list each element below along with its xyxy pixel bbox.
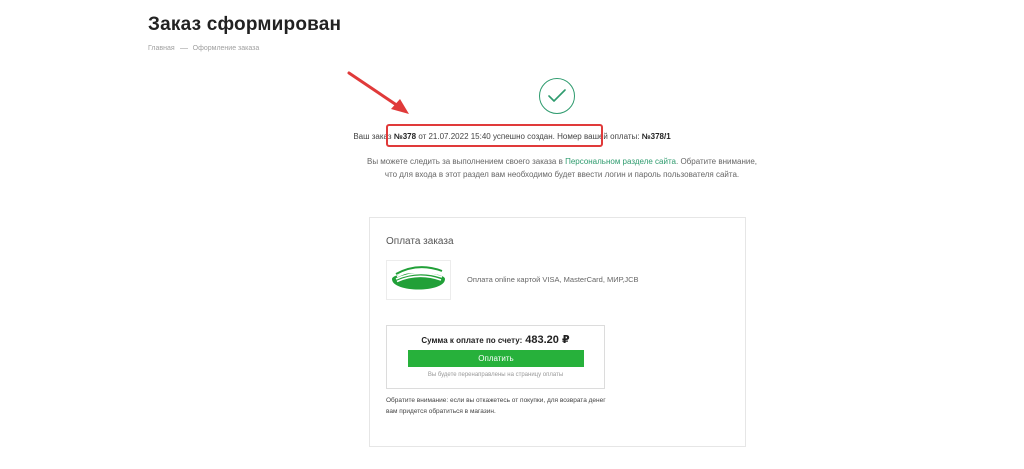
personal-section-link[interactable]: Персональном разделе сайта [565,157,676,166]
payment-title: Оплата заказа [386,236,454,247]
sum-line: Сумма к оплате по счету: 483.20 ₽ [387,333,604,346]
payment-number: №378/1 [641,132,671,141]
red-highlight-box [386,124,603,147]
pay-button[interactable]: Оплатить [408,350,584,367]
payment-card: Оплата заказа Оплата online картой VISA,… [369,217,746,447]
sum-label: Сумма к оплате по счету: [421,336,523,345]
breadcrumb-separator [179,47,188,49]
breadcrumb-home[interactable]: Главная [148,45,175,52]
personal-section-info: Вы можете следить за выполнением своего … [367,157,757,179]
success-check-icon [539,78,575,114]
breadcrumb-current: Оформление заказа [192,45,260,52]
payment-method-label: Оплата online картой VISA, MasterCard, М… [467,275,639,284]
red-arrow-annotation [347,71,409,114]
sberbank-logo-icon [392,266,445,290]
page-title: Заказ сформирован [148,14,342,35]
sum-amount: 483.20 ₽ [525,334,570,346]
redirect-note: Вы будете перенаправлены на страницу опл… [427,372,564,378]
refund-notice: Обратите внимание: если вы откажетесь от… [386,397,606,415]
sberbank-logo[interactable] [386,260,451,300]
payment-sum-box: Сумма к оплате по счету: 483.20 ₽ Оплатит… [386,325,605,389]
breadcrumb: Главная Оформление заказа [148,45,259,52]
